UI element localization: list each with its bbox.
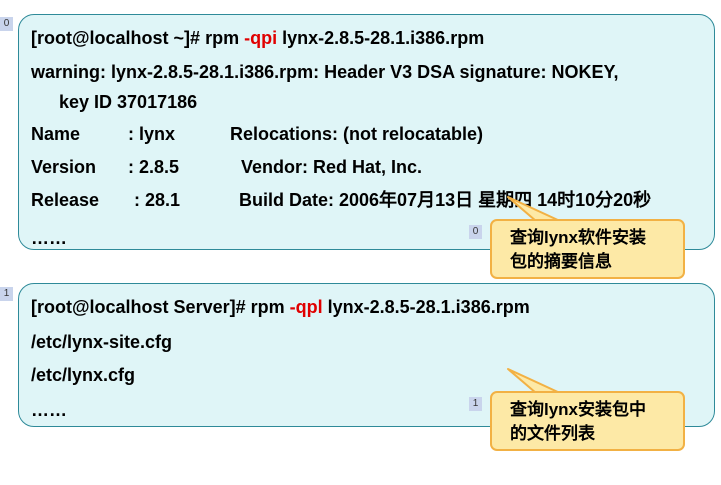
callout-file-list: 查询lynx安装包中 的文件列表 — [490, 391, 685, 451]
callout-2-line-1: 查询lynx安装包中 — [510, 400, 647, 419]
callout-2-line-2: 的文件列表 — [510, 424, 595, 443]
